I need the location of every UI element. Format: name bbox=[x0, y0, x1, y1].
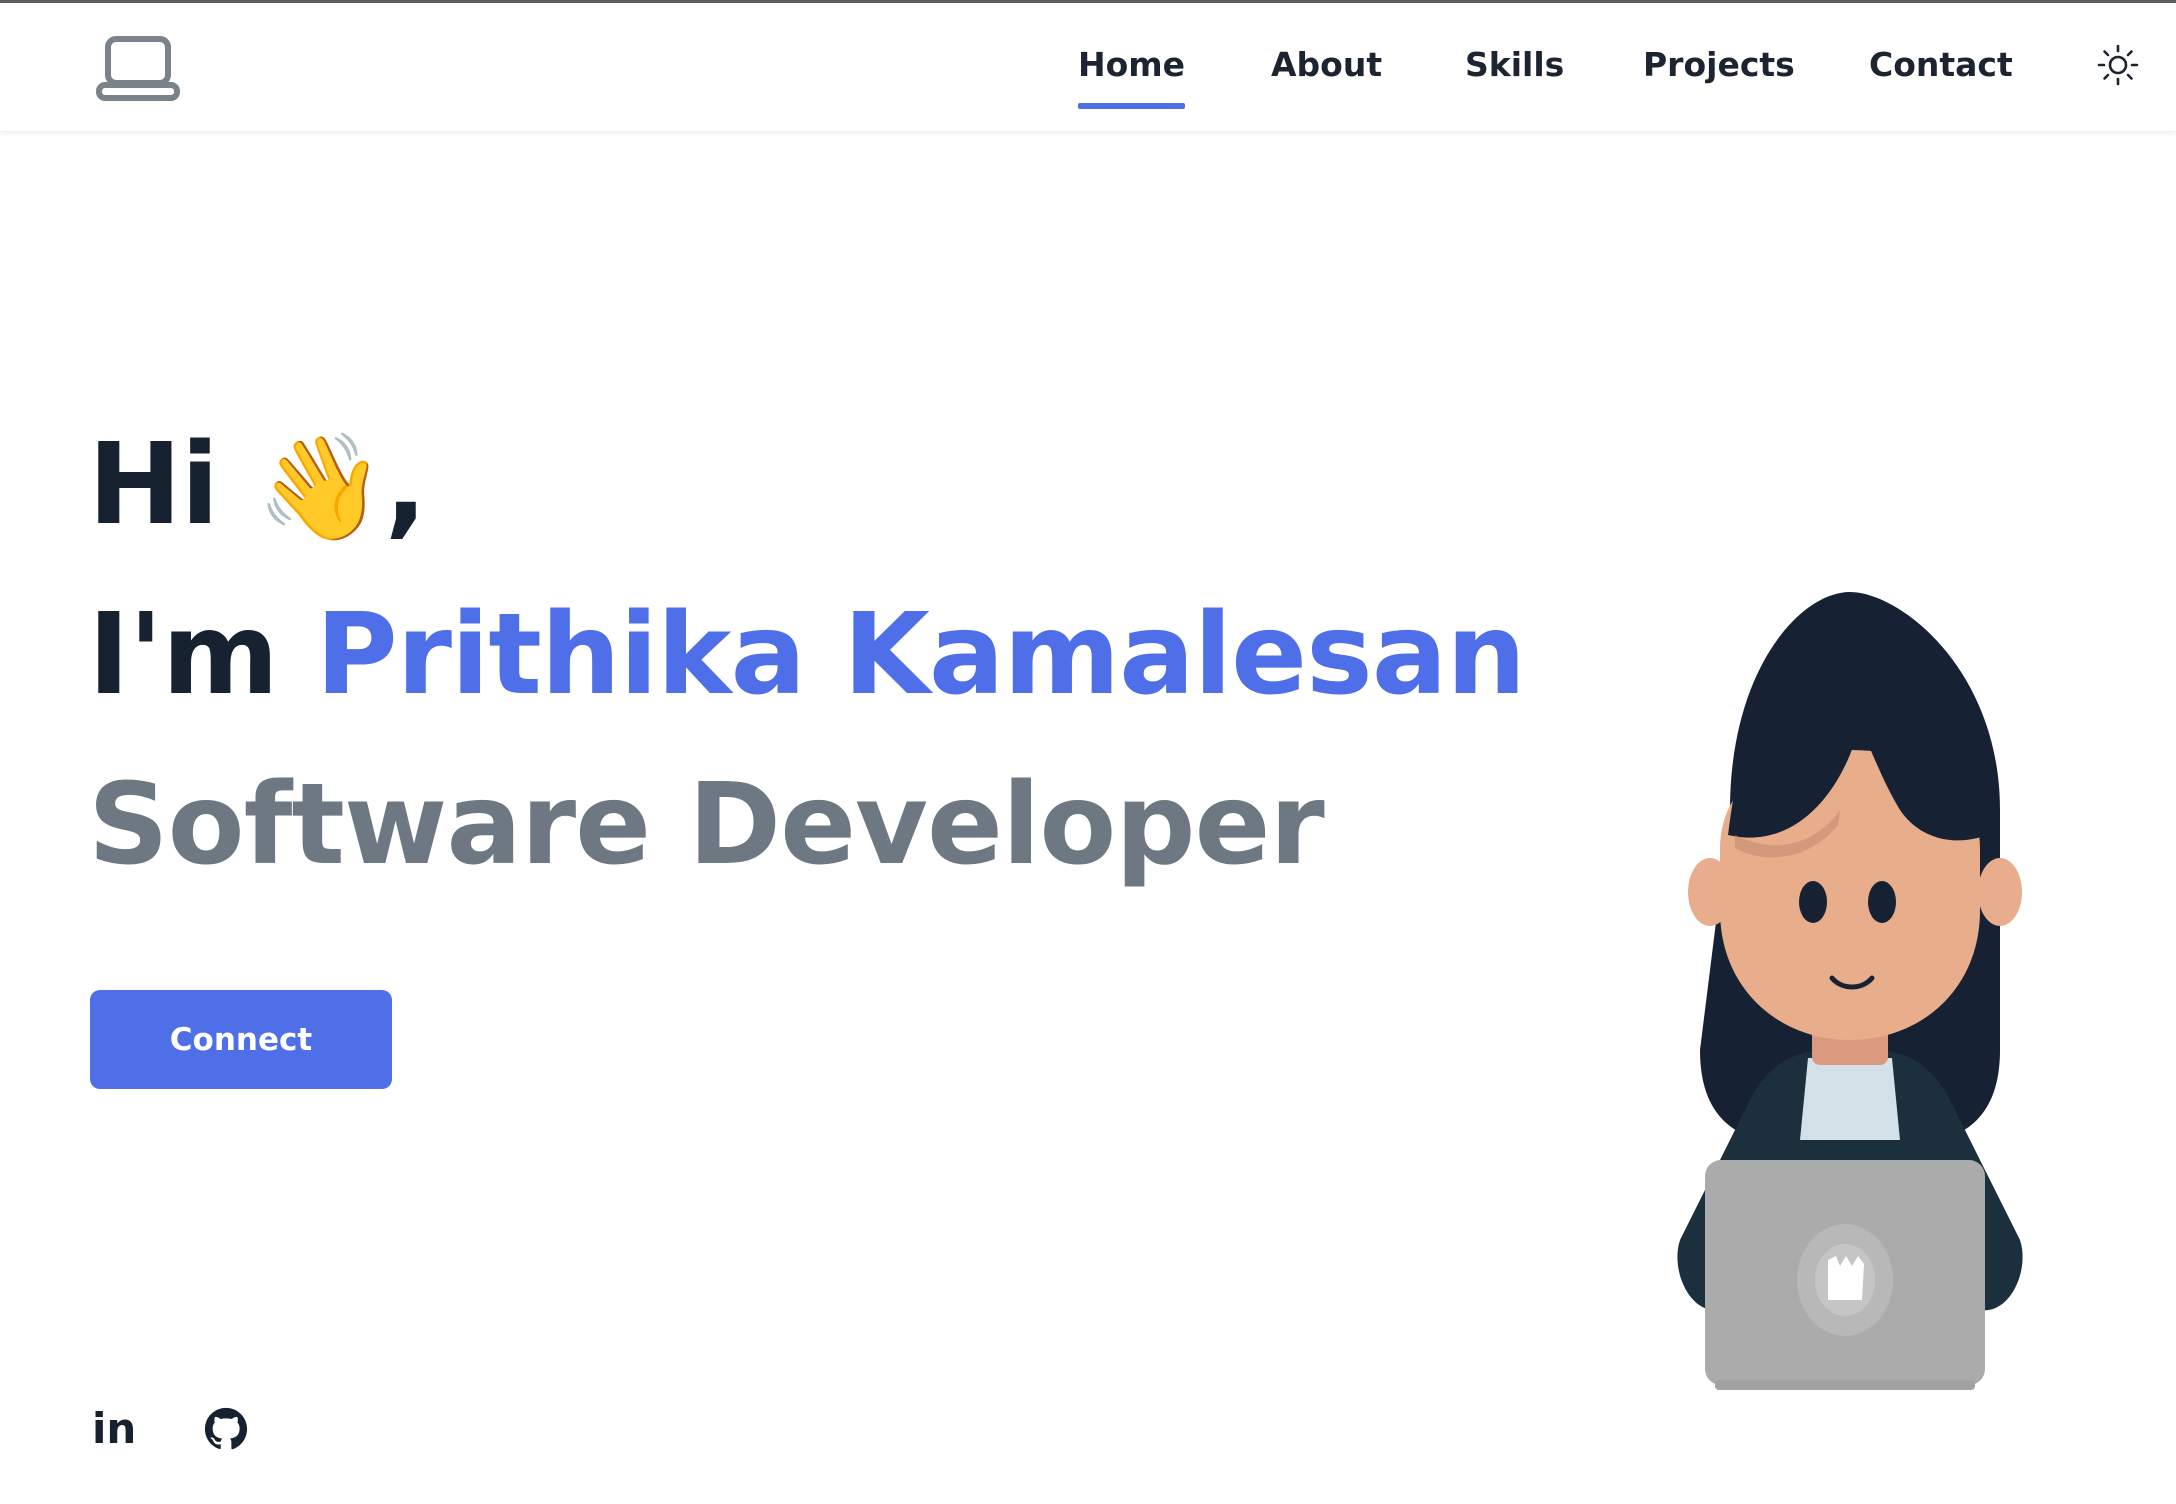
nav-menu: Home About Skills Projects Contact bbox=[0, 3, 2176, 131]
active-nav-indicator bbox=[1078, 103, 1186, 109]
hero-intro: I'm Prithika Kamalesan bbox=[88, 590, 1526, 720]
nav-item-skills[interactable]: Skills bbox=[1465, 45, 1564, 84]
nav-item-contact-label: Contact bbox=[1869, 45, 2013, 84]
nav-item-projects[interactable]: Projects bbox=[1643, 45, 1795, 84]
intro-text: I'm bbox=[88, 590, 279, 720]
nav-item-skills-label: Skills bbox=[1465, 45, 1565, 84]
linkedin-link[interactable]: in bbox=[92, 1404, 136, 1454]
nav-item-home[interactable]: Home bbox=[1078, 45, 1186, 109]
nav-item-projects-label: Projects bbox=[1643, 45, 1795, 84]
nav-item-about[interactable]: About bbox=[1271, 45, 1382, 84]
nav-item-contact[interactable]: Contact bbox=[1869, 45, 2013, 84]
nav-item-about-label: About bbox=[1271, 45, 1383, 84]
navbar: Home About Skills Projects Contact bbox=[0, 3, 2176, 132]
waving-hand-icon: 👋 bbox=[256, 426, 385, 548]
hero-name: Prithika Kamalesan bbox=[315, 590, 1526, 720]
connect-button[interactable]: Connect bbox=[90, 990, 392, 1089]
developer-illustration bbox=[1677, 592, 2023, 1390]
greeting-text: Hi bbox=[88, 420, 219, 550]
sun-icon[interactable] bbox=[2096, 43, 2140, 87]
greeting-comma: , bbox=[384, 420, 428, 550]
nav-item-home-label: Home bbox=[1078, 45, 1186, 84]
linkedin-icon: in bbox=[92, 1404, 137, 1453]
hero-greeting: Hi 👋, bbox=[88, 420, 428, 550]
github-icon[interactable] bbox=[204, 1404, 248, 1454]
hero-role: Software Developer bbox=[88, 760, 1325, 890]
